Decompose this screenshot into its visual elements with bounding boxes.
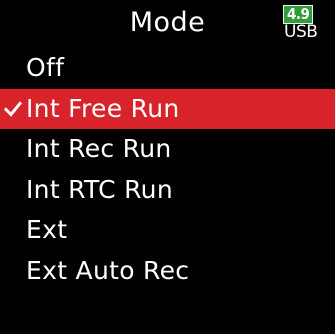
menu-item-label: Int RTC Run (26, 174, 173, 204)
menu-item-int-rec-run[interactable]: Int Rec Run (0, 129, 335, 170)
power-source-label: USB (284, 22, 318, 42)
menu-item-off[interactable]: Off (0, 48, 335, 89)
battery-indicator: 4.9 USB (283, 5, 335, 45)
menu-item-ext[interactable]: Ext (0, 210, 335, 251)
menu-item-label: Ext Auto Rec (26, 255, 190, 285)
menu-item-ext-auto-rec[interactable]: Ext Auto Rec (0, 251, 335, 292)
battery-level: 4.9 (287, 5, 310, 23)
mode-menu: Off Int Free Run Int Rec Run Int RTC Run… (0, 48, 335, 291)
mode-screen: Mode 4.9 USB Off Int Free Run Int Rec Ru… (0, 0, 335, 334)
checkmark-icon (4, 100, 22, 117)
menu-item-label: Int Free Run (26, 93, 180, 123)
menu-item-int-rtc-run[interactable]: Int RTC Run (0, 170, 335, 211)
menu-item-label: Ext (26, 215, 68, 244)
menu-item-label: Int Rec Run (26, 134, 172, 163)
menu-item-label: Off (26, 53, 65, 82)
header-bar: Mode 4.9 USB (0, 0, 335, 48)
menu-item-int-free-run[interactable]: Int Free Run (0, 88, 335, 129)
